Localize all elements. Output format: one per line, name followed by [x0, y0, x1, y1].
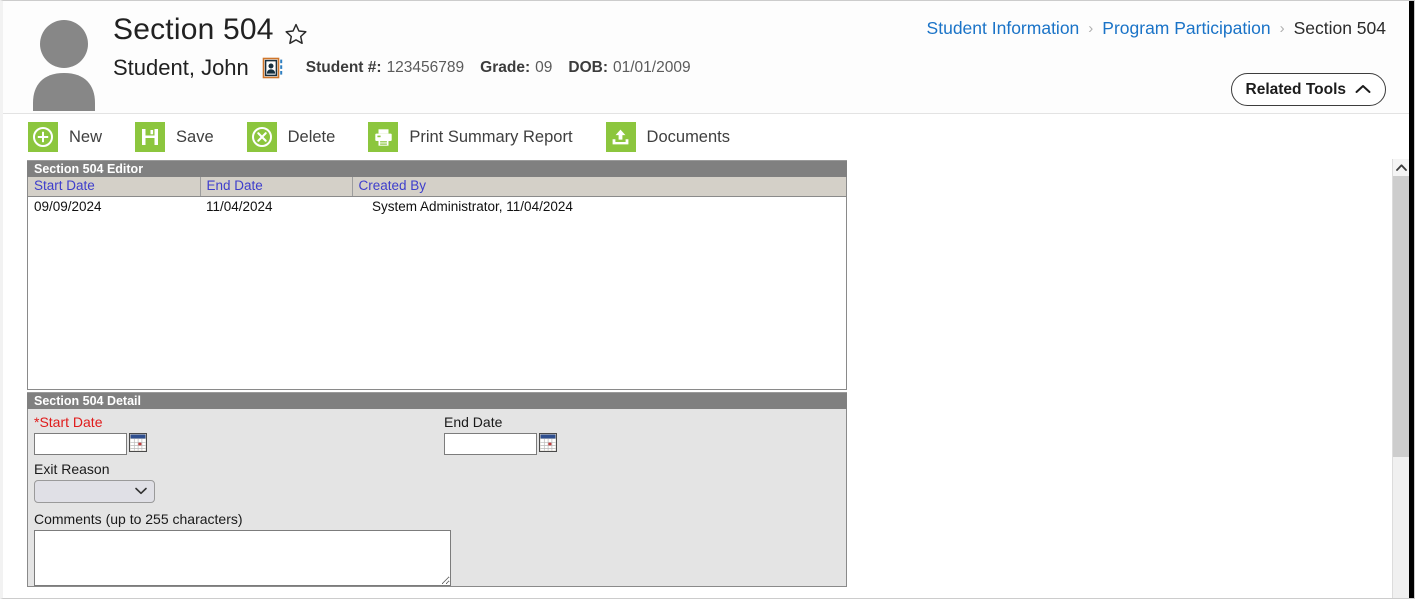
start-date-label: *Start Date — [34, 414, 103, 430]
cell-start-date: 09/09/2024 — [34, 198, 102, 214]
detail-form: *Start Date End Date Exit Reason Comment… — [27, 409, 847, 587]
contact-card-icon[interactable] — [260, 55, 286, 81]
breadcrumb-item-student-information[interactable]: Student Information — [927, 18, 1080, 39]
vertical-scrollbar[interactable] — [1392, 159, 1410, 598]
exit-reason-field-group: Exit Reason — [34, 460, 846, 503]
save-button-label: Save — [176, 127, 214, 146]
page-header: Section 504 Student, John Student #: 123… — [3, 1, 1414, 114]
start-date-field-group: *Start Date — [34, 413, 147, 455]
plus-circle-icon — [28, 122, 58, 152]
end-date-input[interactable] — [444, 433, 537, 455]
meta-value-0: 123456789 — [386, 59, 465, 76]
title-block: Section 504 Student, John Student #: 123… — [113, 11, 691, 81]
student-name: Student, John — [113, 55, 249, 80]
new-button[interactable]: New — [28, 122, 102, 152]
comments-field-group: Comments (up to 255 characters) — [34, 510, 846, 591]
meta-value-1: 09 — [535, 59, 553, 76]
documents-button[interactable]: Documents — [605, 122, 730, 152]
column-header-start-date[interactable]: Start Date — [28, 177, 201, 197]
calendar-icon[interactable] — [539, 433, 557, 452]
table-row[interactable]: 09/09/2024 11/04/2024 System Administrat… — [28, 196, 846, 216]
scrollbar-thumb[interactable] — [1393, 176, 1410, 457]
column-header-end-date[interactable]: End Date — [200, 177, 353, 197]
meta-label-0: Student #: — [305, 59, 382, 76]
meta-label-2: DOB: — [568, 59, 608, 76]
delete-button[interactable]: Delete — [246, 122, 336, 152]
floppy-disk-icon — [135, 122, 166, 152]
main-content: Section 504 Editor Start Date End Date C… — [3, 159, 1414, 598]
detail-panel-title: Section 504 Detail — [27, 392, 847, 409]
chevron-up-icon — [1355, 81, 1371, 99]
cell-end-date: 11/04/2024 — [206, 198, 273, 214]
breadcrumb: Student Information › Program Participat… — [927, 18, 1386, 39]
breadcrumb-separator-icon: › — [1279, 20, 1285, 37]
breadcrumb-item-current: Section 504 — [1293, 18, 1386, 38]
x-circle-icon — [246, 122, 277, 152]
editor-panel-title: Section 504 Editor — [27, 160, 847, 177]
printer-icon — [368, 122, 399, 152]
end-date-label: End Date — [444, 414, 503, 430]
calendar-icon[interactable] — [129, 433, 147, 452]
comments-textarea[interactable] — [34, 530, 451, 586]
column-header-created-by[interactable]: Created By — [352, 177, 846, 197]
delete-button-label: Delete — [287, 127, 336, 146]
end-date-field-group: End Date — [444, 413, 557, 455]
application-window: Section 504 Student, John Student #: 123… — [0, 0, 1415, 599]
section-504-detail-panel: Section 504 Detail *Start Date End Date … — [27, 392, 847, 587]
student-summary: Student, John Student #: 123456789 Grade… — [113, 55, 691, 81]
new-button-label: New — [69, 127, 103, 146]
student-meta: Student #: 123456789 Grade: 09 DOB: 01/0… — [306, 55, 691, 81]
section-504-editor-panel: Section 504 Editor Start Date End Date C… — [27, 160, 847, 390]
breadcrumb-separator-icon: › — [1088, 20, 1094, 37]
save-button[interactable]: Save — [135, 122, 214, 152]
date-fields-row: *Start Date End Date — [34, 413, 846, 459]
start-date-input[interactable] — [34, 433, 127, 455]
user-avatar-icon — [25, 11, 103, 111]
print-summary-report-button-label: Print Summary Report — [409, 127, 573, 146]
page-title-text: Section 504 — [113, 13, 274, 46]
related-tools-button[interactable]: Related Tools — [1230, 73, 1386, 106]
page-title: Section 504 — [113, 11, 691, 49]
documents-button-label: Documents — [646, 127, 730, 146]
meta-value-2: 01/01/2009 — [612, 59, 691, 76]
window-right-edge — [1409, 1, 1414, 598]
exit-reason-select[interactable] — [34, 480, 155, 503]
upload-document-icon — [605, 122, 636, 152]
comments-label: Comments (up to 255 characters) — [34, 511, 243, 527]
scroll-up-button[interactable] — [1393, 159, 1410, 176]
print-summary-report-button[interactable]: Print Summary Report — [368, 122, 573, 152]
table-header-row: Start Date End Date Created By — [28, 177, 846, 197]
breadcrumb-item-program-participation[interactable]: Program Participation — [1102, 18, 1270, 39]
editor-grid: Start Date End Date Created By 09/09/202… — [27, 177, 847, 390]
meta-label-1: Grade: — [480, 59, 531, 76]
action-toolbar: New Save Delete Print Summary Report Doc… — [3, 115, 1414, 159]
chevron-up-icon — [1396, 164, 1407, 171]
related-tools-label: Related Tools — [1245, 80, 1346, 98]
star-outline-icon[interactable] — [284, 18, 308, 45]
exit-reason-label: Exit Reason — [34, 461, 110, 477]
cell-created-by: System Administrator, 11/04/2024 — [372, 198, 573, 214]
